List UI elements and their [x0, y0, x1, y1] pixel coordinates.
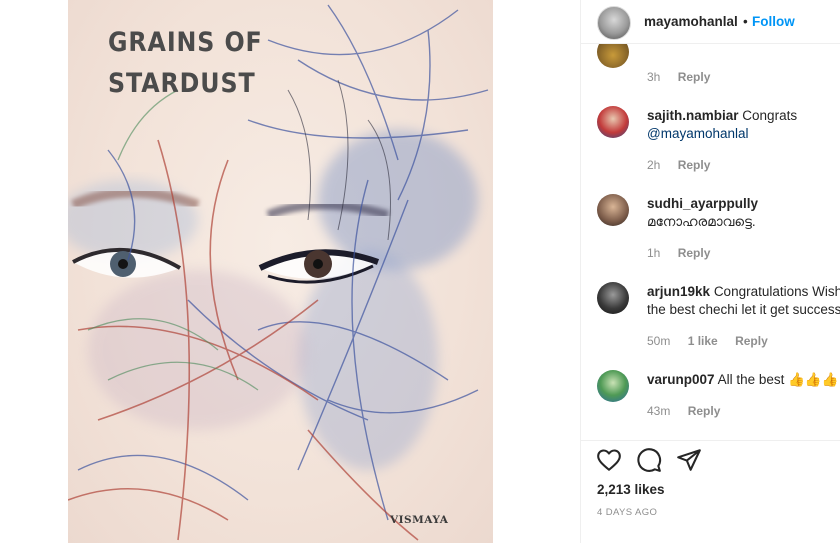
comment-text: All the best [717, 372, 785, 387]
comment-time[interactable]: 50m [647, 334, 670, 348]
comment-text: Congratulations Wish [713, 284, 840, 299]
comment-username[interactable]: sudhi_ayarppully [647, 196, 758, 211]
comment-reply-button[interactable]: Reply [688, 404, 721, 418]
comment-avatar[interactable] [597, 370, 629, 402]
author-username[interactable]: mayamohanlal [644, 14, 738, 29]
comment-meta: 3h Reply [647, 70, 724, 84]
comment-meta: 50m 1 like Reply [647, 334, 782, 348]
comment-reply-button[interactable]: Reply [678, 70, 711, 84]
post-header: mayamohanlal • Follow [581, 0, 840, 44]
comment-time[interactable]: 43m [647, 404, 670, 418]
comment-mention[interactable]: @mayamohanlal [647, 125, 749, 143]
comment-body: varunp007 All the best 👍👍👍 [647, 371, 839, 389]
book-title: GRAINS OF STARDUST [108, 22, 372, 104]
comment-username[interactable]: varunp007 [647, 372, 715, 387]
book-cover-image[interactable]: GRAINS OF STARDUST VISMAYA [68, 0, 493, 543]
comment-icon[interactable] [636, 447, 662, 473]
follow-button[interactable]: Follow [752, 14, 795, 29]
likes-count[interactable]: 2,213 likes [597, 482, 665, 497]
comment-likes[interactable]: 1 like [688, 334, 718, 348]
comment-username[interactable]: sajith.nambiar [647, 108, 739, 123]
post-image-area: GRAINS OF STARDUST VISMAYA [0, 0, 580, 543]
comment-avatar[interactable] [597, 44, 629, 68]
comment-body: sajith.nambiar Congrats [647, 107, 797, 125]
comment-text: Congrats [742, 108, 798, 123]
comment-time[interactable]: 3h [647, 70, 660, 84]
comment-meta: 43m Reply [647, 404, 734, 418]
thumbs-up-emoji: 👍👍👍 [788, 372, 839, 387]
comment-time[interactable]: 1h [647, 246, 660, 260]
comment-reply-button[interactable]: Reply [735, 334, 768, 348]
comment-body: arjun19kk Congratulations Wish [647, 283, 840, 301]
comment-avatar[interactable] [597, 106, 629, 138]
author-avatar[interactable] [597, 6, 631, 40]
comment-username[interactable]: arjun19kk [647, 284, 710, 299]
comment-avatar[interactable] [597, 194, 629, 226]
comment-meta: 2h Reply [647, 158, 724, 172]
comment-text-continued: the best chechi let it get success [647, 302, 840, 317]
comment-reply-button[interactable]: Reply [678, 158, 711, 172]
header-separator: • [743, 14, 748, 29]
comment-body: sudhi_ayarppully [647, 195, 758, 213]
book-title-line1: GRAINS OF [108, 27, 263, 58]
comments-list[interactable]: 3h Reply sajith.nambiar Congrats @mayamo… [581, 44, 840, 440]
share-icon[interactable] [676, 447, 702, 473]
comment-time[interactable]: 2h [647, 158, 660, 172]
comment-text: മനോഹരമാവട്ടെ. [647, 214, 756, 229]
book-title-line2: STARDUST [108, 68, 256, 99]
book-author: VISMAYA [390, 514, 449, 526]
post-date[interactable]: 4 DAYS AGO [597, 507, 657, 518]
comment-avatar[interactable] [597, 282, 629, 314]
heart-icon[interactable] [596, 447, 622, 473]
post-actions: 2,213 likes 4 DAYS AGO [581, 440, 840, 544]
comment-meta: 1h Reply [647, 246, 724, 260]
post-side-panel: mayamohanlal • Follow 3h Reply sajith.na… [580, 0, 840, 543]
comment-reply-button[interactable]: Reply [678, 246, 711, 260]
